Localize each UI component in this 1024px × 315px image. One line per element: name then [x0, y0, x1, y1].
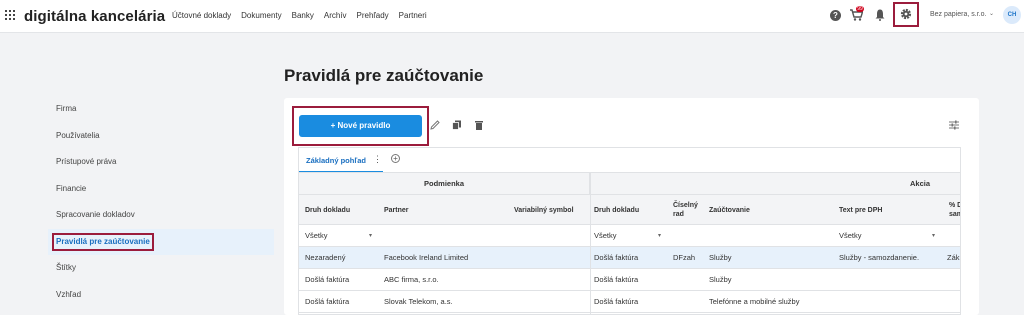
table-row[interactable]: Došlá faktúra Slovak Telekom, a.s. Došlá… [299, 291, 960, 313]
top-bar: digitálna kancelária Účtovné doklady Dok… [0, 0, 1024, 33]
avatar[interactable]: CH [1003, 6, 1021, 24]
sidebar-item-pouzivatelia[interactable]: Používatelia [48, 123, 274, 150]
help-icon[interactable]: ? [830, 10, 841, 21]
sidebar-item-spracovanie-dokladov[interactable]: Spracovanie dokladov [48, 202, 274, 229]
sidebar-item-vzhlad[interactable]: Vzhľad [48, 282, 274, 309]
filter-row: Všetky ▾ Všetky ▾ Všetky ▾ [299, 225, 960, 247]
delete-icon[interactable] [474, 120, 484, 130]
main-nav: Účtovné doklady Dokumenty Banky Archív P… [172, 11, 427, 20]
sidebar-item-firma[interactable]: Firma [48, 96, 274, 123]
cart-badge: 99 [856, 6, 864, 12]
nav-item-uctovne-doklady[interactable]: Účtovné doklady [172, 11, 231, 20]
col-text-pre-dph[interactable]: Text pre DPH [839, 195, 882, 225]
page-title: Pravidlá pre zaúčtovanie [284, 66, 484, 85]
table-header: Druh dokladu Partner Variabilný symbol D… [299, 195, 960, 225]
edit-icon[interactable] [430, 120, 440, 130]
table-row[interactable]: Nezaradený Facebook Ireland Limited Došl… [299, 247, 960, 269]
copy-icon[interactable] [452, 120, 462, 130]
table-row[interactable]: Došlá faktúra ABC firma, s.r.o. Došlá fa… [299, 269, 960, 291]
sidebar-item-financie[interactable]: Financie [48, 176, 274, 203]
chevron-down-icon[interactable]: ⌄ [989, 10, 994, 17]
col-druh-dokladu[interactable]: Druh dokladu [305, 195, 350, 225]
nav-item-archiv[interactable]: Archív [324, 11, 347, 20]
filter-settings-icon[interactable] [949, 120, 959, 130]
view-tabs: Základný pohľad ⋮ + [298, 147, 961, 173]
kebab-menu-icon[interactable]: ⋮ [373, 154, 382, 165]
group-divider [590, 173, 591, 314]
filter-text-pre-dph[interactable]: Všetky [839, 225, 862, 247]
col-druh-dokladu-2[interactable]: Druh dokladu [594, 195, 639, 225]
sidebar-item-stitky[interactable]: Štítky [48, 255, 274, 282]
chevron-down-icon[interactable]: ▾ [932, 225, 935, 247]
group-header-action: Akcia [590, 173, 960, 195]
bell-icon[interactable] [875, 9, 885, 21]
col-zauctovanie[interactable]: Zaúčtovanie [709, 195, 750, 225]
company-selector[interactable]: Bez papiera, s.r.o. [930, 11, 986, 18]
sidebar-item-pristupove-prava[interactable]: Prístupové práva [48, 149, 274, 176]
rules-table: Podmienka Akcia Druh dokladu Partner Var… [298, 172, 961, 315]
col-ciselny-rad[interactable]: Číselný rad [673, 195, 698, 225]
nav-item-banky[interactable]: Banky [292, 11, 314, 20]
chevron-down-icon[interactable]: ▾ [658, 225, 661, 247]
nav-item-partneri[interactable]: Partneri [399, 11, 427, 20]
settings-sidebar: Firma Používatelia Prístupové práva Fina… [48, 96, 274, 308]
sidebar-item-pravidla[interactable]: Pravidlá pre zaúčtovanie [48, 228, 274, 255]
nav-item-dokumenty[interactable]: Dokumenty [241, 11, 281, 20]
tab-zakladny-pohlad[interactable]: Základný pohľad [306, 156, 366, 165]
col-partner[interactable]: Partner [384, 195, 409, 225]
sidebar-item-label: Pravidlá pre zaúčtovanie [52, 232, 154, 251]
group-header-condition: Podmienka [299, 173, 590, 195]
col-variabilny-symbol[interactable]: Variabilný symbol [514, 195, 574, 225]
nav-item-prehlady[interactable]: Prehľady [357, 11, 389, 20]
add-view-icon[interactable]: + [391, 154, 400, 163]
new-rule-button[interactable]: + Nové pravidlo [299, 115, 422, 137]
grid-icon[interactable] [5, 10, 15, 20]
chevron-down-icon[interactable]: ▾ [369, 225, 372, 247]
app-logo[interactable]: digitálna kancelária [24, 8, 165, 25]
filter-druh-dokladu-2[interactable]: Všetky [594, 225, 617, 247]
col-percent[interactable]: % Dsam [949, 195, 960, 225]
gear-icon[interactable] [900, 8, 912, 20]
filter-druh-dokladu[interactable]: Všetky [305, 225, 328, 247]
